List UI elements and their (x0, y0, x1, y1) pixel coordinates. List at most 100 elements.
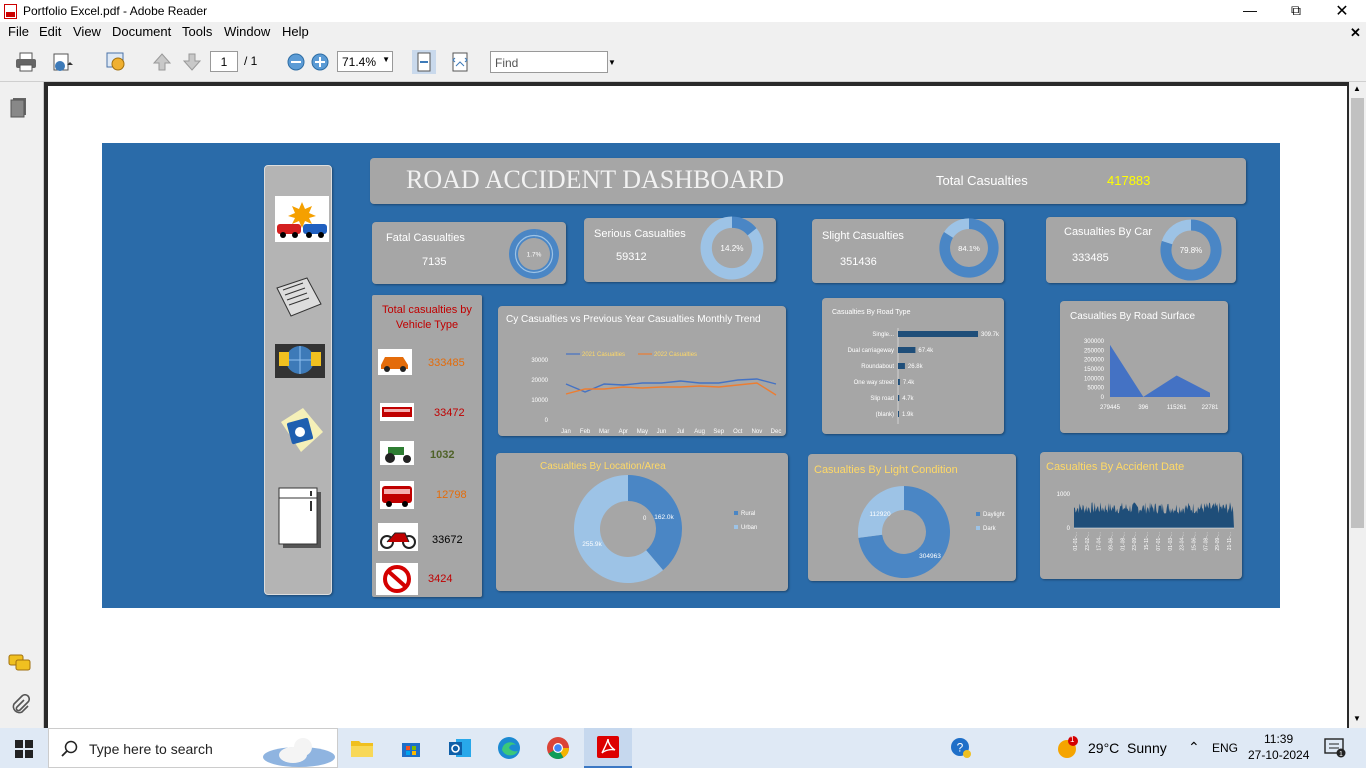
svg-text:?: ? (957, 741, 964, 755)
kpi-fatal: Fatal Casualties 7135 1.7% (372, 222, 566, 284)
kpi-label: Serious Casualties (594, 228, 686, 240)
scroll-down-icon[interactable]: ▼ (1353, 714, 1361, 723)
taskbar-search[interactable]: Type here to search (48, 728, 338, 768)
adobe-reader-taskbar-button[interactable] (584, 728, 632, 768)
category-label: One way street (854, 380, 895, 386)
data-label: 309.7k (981, 332, 1000, 338)
vehicle-title: Total casualties by Vehicle Type (382, 304, 472, 331)
vertical-scrollbar[interactable]: ▲ ▼ (1349, 82, 1366, 728)
scroll-up-icon[interactable]: ▲ (1353, 84, 1361, 93)
prohibited-icon (376, 563, 418, 595)
vehicle-value-car: 333485 (428, 357, 465, 369)
fit-width-icon[interactable] (448, 50, 472, 74)
export-icon[interactable] (104, 50, 128, 74)
globe-computer-icon[interactable] (273, 342, 327, 382)
zoom-select[interactable]: 71.4% ▼ (337, 51, 393, 72)
y-tick-label: 10000 (531, 398, 548, 404)
language-indicator[interactable]: ENG (1212, 741, 1238, 755)
area-series (1110, 344, 1210, 397)
next-page-icon[interactable] (180, 50, 204, 74)
menu-tools[interactable]: Tools (182, 24, 212, 39)
menu-help[interactable]: Help (282, 24, 309, 39)
store-icon[interactable] (400, 737, 422, 759)
close-document-icon[interactable]: ✕ (1350, 25, 1361, 41)
date-chart-plot: 1000 001-01-... 23-02-... 17-04-... 09-06-..… (1057, 492, 1234, 551)
legend-label: 2022 Casualties (654, 352, 697, 358)
kpi-donut-label: 79.8% (1180, 246, 1203, 255)
refrigerator-icon[interactable] (277, 486, 325, 552)
weather-sun-icon[interactable] (1056, 736, 1080, 760)
zoom-out-icon[interactable] (284, 50, 308, 74)
menu-file[interactable]: File (8, 24, 29, 39)
data-label: 7.4k (903, 380, 915, 386)
car-crash-icon[interactable] (275, 196, 329, 242)
menu-view[interactable]: View (73, 24, 101, 39)
total-casualties-label: Total Casualties (936, 173, 1028, 188)
car-icon (378, 349, 412, 375)
area-series (1074, 502, 1234, 528)
y-tick-label: 150000 (1084, 367, 1105, 373)
page-total: / 1 (244, 54, 258, 68)
menu-window[interactable]: Window (224, 24, 270, 39)
category-label: Roundabout (861, 364, 894, 370)
minimize-button[interactable]: — (1238, 2, 1262, 20)
outlook-icon[interactable] (448, 737, 472, 759)
weather-text[interactable]: 29°C Sunny (1088, 740, 1167, 756)
menu-edit[interactable]: Edit (39, 24, 61, 39)
data-label: 26.8k (908, 364, 924, 370)
data-label: 1.9k (902, 412, 914, 418)
x-tick-label: 279445 (1100, 405, 1121, 411)
y-tick-label: 50000 (1087, 386, 1104, 392)
bar (898, 363, 905, 369)
comments-icon[interactable] (8, 654, 32, 672)
kpi-label: Slight Casualties (822, 230, 904, 242)
chrome-icon[interactable] (546, 736, 570, 760)
y-tick-label: 20000 (531, 378, 548, 384)
title-banner: ROAD ACCIDENT DASHBOARD Total Casualties… (370, 158, 1246, 204)
kpi-donut-label: 84.1% (958, 244, 980, 253)
x-tick-label: Nov (752, 429, 763, 435)
newspaper-icon[interactable] (273, 274, 325, 320)
file-explorer-icon[interactable] (350, 738, 374, 758)
bar-chart-plot: Single... 309.7k Dual carriageway 67.4k Roun… (848, 328, 1000, 424)
zoom-in-icon[interactable] (308, 50, 332, 74)
fit-page-icon[interactable] (412, 50, 436, 74)
find-box[interactable]: Find (490, 51, 608, 73)
pages-icon[interactable] (10, 96, 30, 118)
clock-date[interactable]: 27-10-2024 (1248, 748, 1309, 762)
x-tick-label: Jun (657, 429, 667, 435)
data-label: 162.0k (654, 514, 674, 521)
x-tick-label: 01-03-... (1168, 532, 1174, 551)
vehicle-value-bus: 33472 (434, 407, 465, 419)
menu-document[interactable]: Document (112, 24, 171, 39)
clock-time[interactable]: 11:39 (1264, 732, 1293, 746)
location-chart: Casualties By Location/Area 162.0k 255.9k… (496, 453, 788, 591)
y-tick-label: 0 (1101, 395, 1105, 401)
menu-bar: File Edit View Document Tools Window Hel… (0, 22, 1366, 42)
x-tick-label: Jan (561, 429, 571, 435)
tractor-icon (380, 441, 414, 465)
kpi-value: 333485 (1072, 252, 1109, 264)
category-label: (blank) (876, 412, 894, 418)
x-tick-label: Oct (733, 429, 743, 435)
edge-icon[interactable] (497, 736, 521, 760)
help-icon[interactable]: ? (950, 737, 972, 759)
legend-swatch (976, 526, 980, 530)
chevron-down-icon: ▼ (382, 55, 390, 64)
disk-icon[interactable] (273, 402, 329, 458)
scroll-thumb[interactable] (1351, 98, 1364, 528)
chevron-up-icon[interactable]: ⌃ (1188, 739, 1200, 756)
kpi-car: Casualties By Car 333485 79.8% (1046, 217, 1236, 283)
share-icon[interactable] (50, 50, 74, 74)
kpi-value: 7135 (422, 256, 447, 268)
print-icon[interactable] (14, 50, 38, 74)
windows-start-icon[interactable] (15, 740, 33, 758)
page-number-input[interactable] (210, 51, 238, 72)
previous-page-icon[interactable] (150, 50, 174, 74)
light-condition-chart: Casualties By Light Condition 304963 1129… (808, 454, 1016, 581)
attachment-icon[interactable] (10, 694, 30, 716)
find-options-chevron-icon[interactable]: ▼ (608, 58, 616, 67)
notification-center-icon[interactable]: 1 (1324, 738, 1346, 758)
close-button[interactable]: ✕ (1330, 1, 1354, 20)
restore-button[interactable]: ⧉ (1284, 2, 1308, 20)
